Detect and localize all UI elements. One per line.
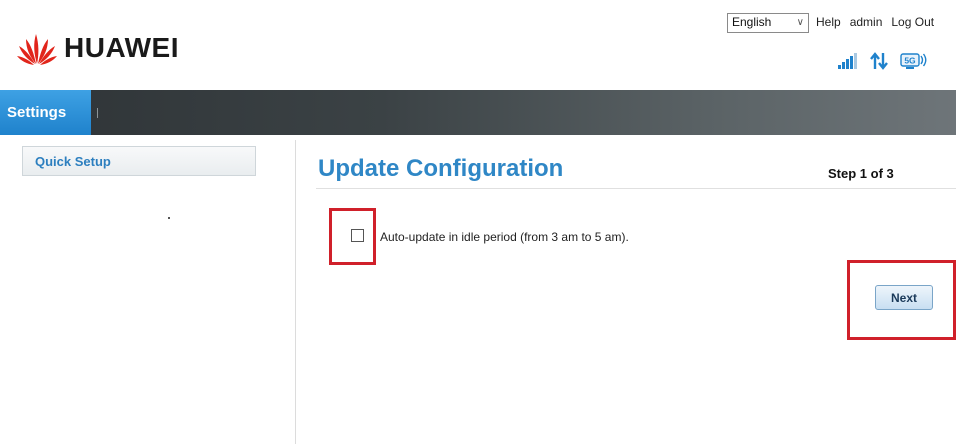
brand-name: HUAWEI bbox=[64, 32, 179, 63]
tab-settings-label: Settings bbox=[7, 104, 67, 121]
header: HUAWEI English ∨ Help admin Log Out 5G bbox=[0, 0, 956, 90]
help-link[interactable]: Help bbox=[816, 15, 841, 29]
logout-link[interactable]: Log Out bbox=[891, 15, 934, 29]
huawei-flower-icon bbox=[17, 34, 57, 65]
step-indicator: Step 1 of 3 bbox=[828, 166, 894, 181]
title-divider bbox=[316, 188, 956, 189]
tab-settings[interactable]: Settings bbox=[0, 90, 91, 135]
chevron-down-icon: ∨ bbox=[796, 17, 804, 28]
user-link[interactable]: admin bbox=[850, 15, 883, 29]
auto-update-label: Auto-update in idle period (from 3 am to… bbox=[380, 230, 629, 244]
status-icons: 5G bbox=[838, 52, 928, 70]
next-button[interactable]: Next bbox=[875, 285, 933, 310]
stray-dot bbox=[168, 217, 170, 219]
main-nav-bar: Settings bbox=[0, 90, 956, 135]
huawei-logo: HUAWEI bbox=[16, 30, 179, 66]
page-title: Update Configuration bbox=[318, 155, 564, 182]
nav-separator bbox=[97, 108, 98, 118]
network-badge: 5G bbox=[904, 56, 916, 66]
language-select[interactable]: English ∨ bbox=[727, 13, 809, 33]
sidebar-item-quick-setup[interactable]: Quick Setup bbox=[22, 146, 256, 176]
auto-update-checkbox[interactable] bbox=[351, 229, 364, 242]
sidebar-item-label: Quick Setup bbox=[35, 153, 111, 169]
vertical-divider bbox=[295, 140, 296, 444]
signal-strength-icon bbox=[838, 53, 857, 69]
top-links: Help admin Log Out bbox=[816, 15, 934, 29]
data-transfer-icon bbox=[870, 52, 888, 70]
network-5g-icon: 5G bbox=[900, 53, 927, 69]
language-value: English bbox=[732, 15, 772, 29]
